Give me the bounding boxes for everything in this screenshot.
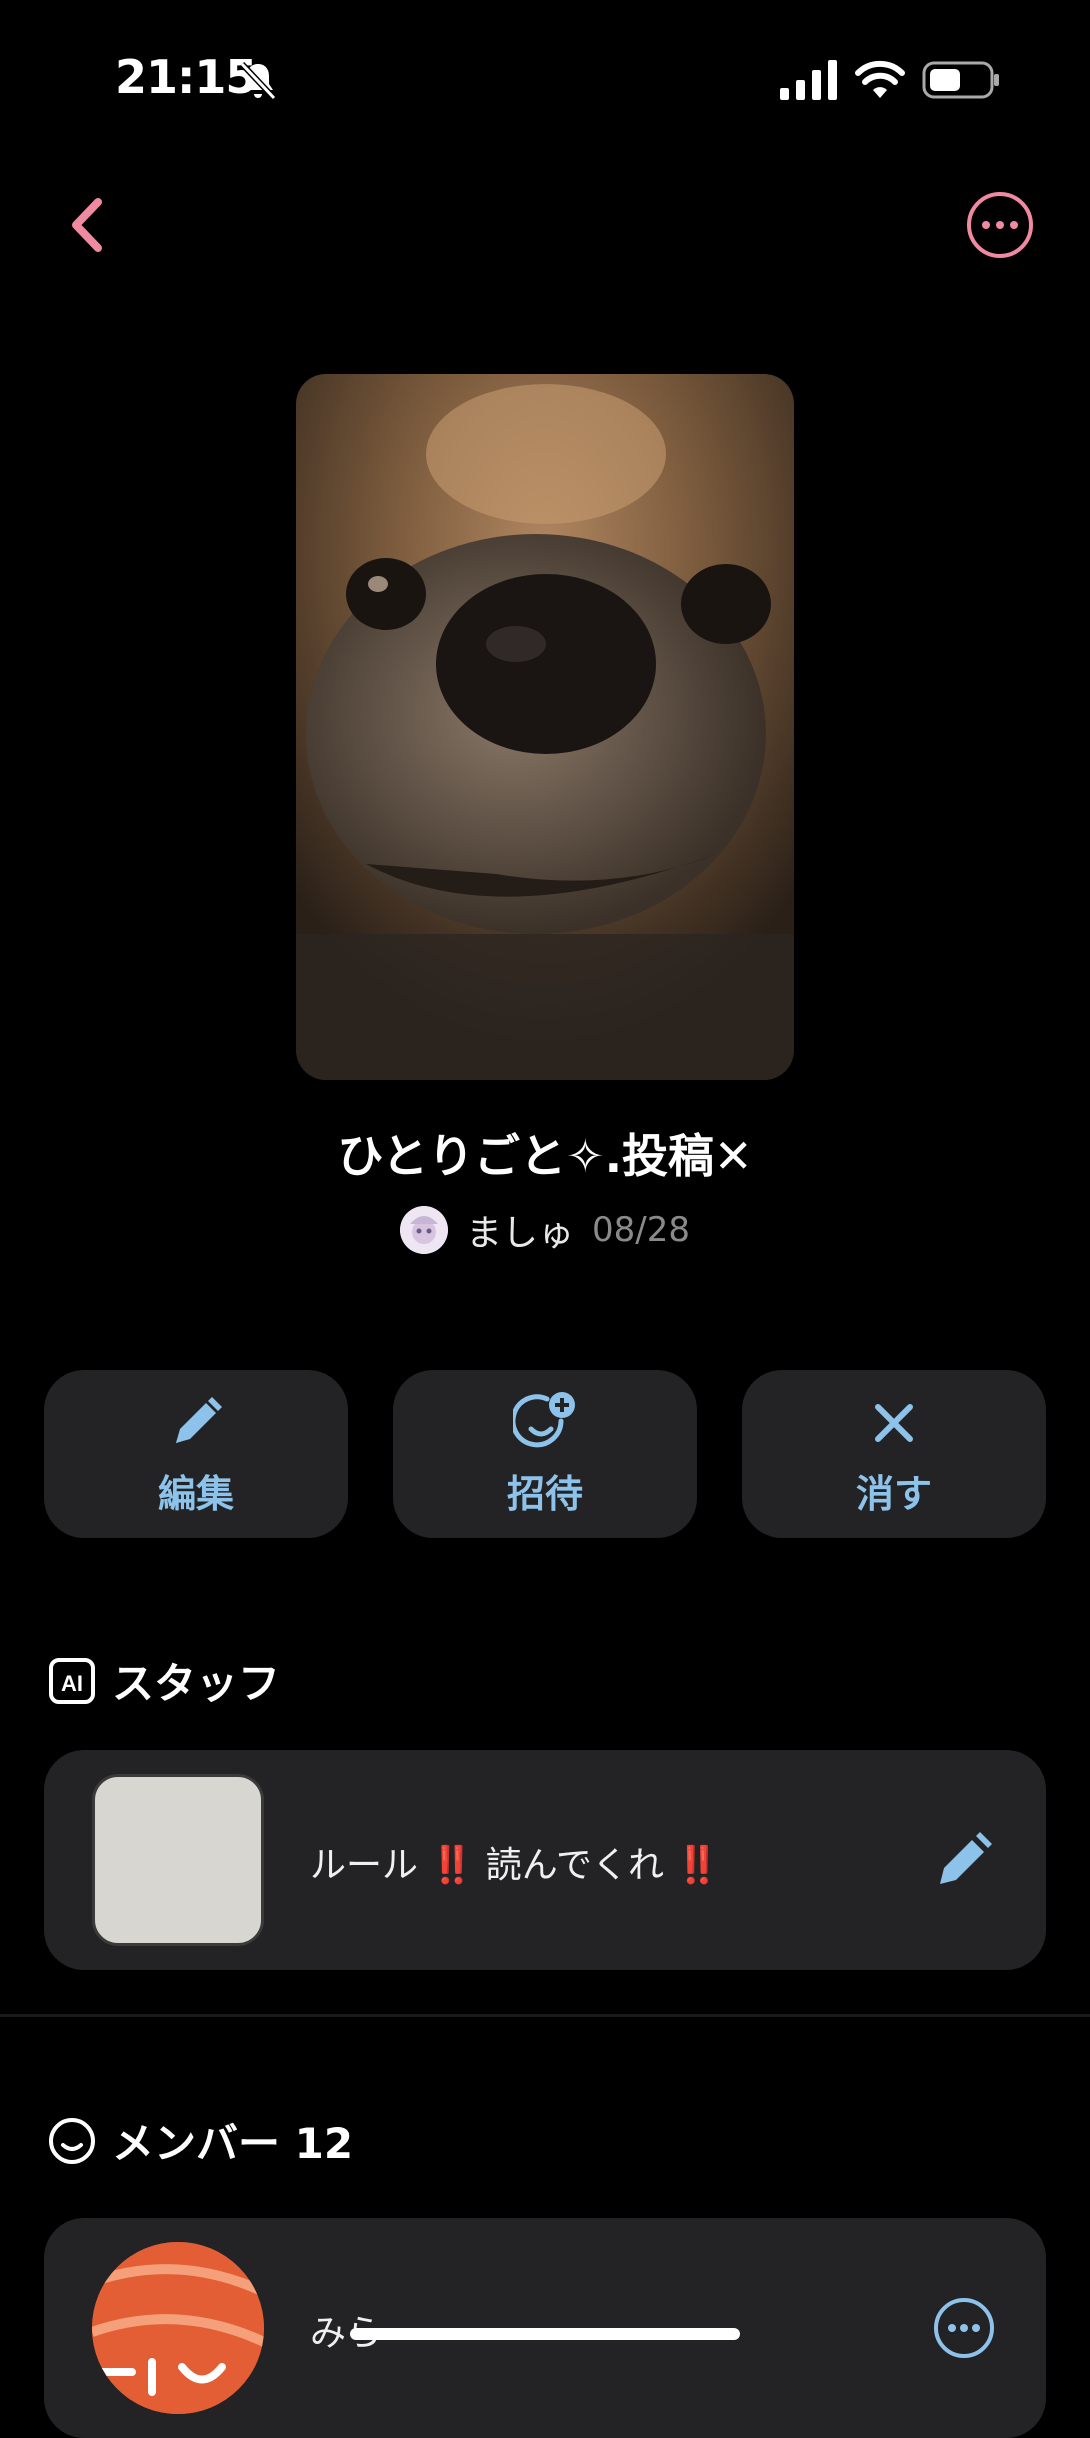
staff-edit-button[interactable] <box>932 1828 996 1892</box>
delete-button[interactable]: 消す <box>742 1370 1046 1538</box>
staff-item-text-pre: ルール <box>310 1845 419 1886</box>
ai-badge-icon: AI <box>49 1657 95 1704</box>
members-section-header: メンバー 12 <box>48 2110 353 2171</box>
more-horizontal-circle-icon <box>934 2298 994 2358</box>
staff-item-title: ルール ‼️ 読んでくれ ‼️ <box>310 1836 720 1888</box>
invite-button[interactable]: 招待 <box>393 1370 697 1538</box>
chevron-left-icon <box>72 198 102 252</box>
invite-button-label: 招待 <box>506 1471 583 1516</box>
member-avatar <box>92 2242 264 2414</box>
svg-text:AI: AI <box>61 1671 83 1696</box>
owner-name[interactable]: ましゅ <box>466 1204 574 1256</box>
staff-heading: スタッフ <box>112 1659 281 1708</box>
more-options-button[interactable] <box>965 190 1035 260</box>
bell-muted-icon <box>239 61 277 101</box>
warning-emoji: ‼️ <box>675 1845 721 1886</box>
more-horizontal-circle-icon <box>967 192 1033 258</box>
member-more-button[interactable] <box>932 2296 996 2360</box>
edit-button[interactable]: 編集 <box>44 1370 348 1538</box>
battery-icon <box>922 61 999 99</box>
wifi-icon <box>855 60 905 98</box>
group-cover-image[interactable] <box>296 374 794 1080</box>
cellular-signal-icon <box>780 60 837 100</box>
staff-thumbnail <box>92 1774 264 1946</box>
back-button[interactable] <box>60 190 120 260</box>
pencil-icon <box>940 1832 992 1884</box>
home-indicator[interactable] <box>350 2328 740 2340</box>
members-heading: メンバー 12 <box>112 2119 354 2168</box>
warning-emoji: ‼️ <box>429 1845 475 1886</box>
owner-avatar[interactable] <box>400 1206 448 1254</box>
staff-list-item[interactable]: ルール ‼️ 読んでくれ ‼️ <box>44 1750 1046 1970</box>
status-time: 21:15 <box>115 50 257 104</box>
created-date: 08/28 <box>592 1210 690 1250</box>
owner-info: ましゅ 08/28 <box>0 1200 1090 1260</box>
staff-item-text-mid: 読んでくれ <box>485 1845 664 1886</box>
smile-circle-icon <box>49 2117 95 2164</box>
delete-button-label: 消す <box>855 1471 932 1516</box>
edit-button-label: 編集 <box>157 1471 234 1516</box>
pencil-icon <box>176 1396 222 1443</box>
group-title: ひとりごと✧.投稿✕ <box>337 1129 753 1183</box>
section-divider <box>0 2014 1090 2017</box>
staff-section-header: AI スタッフ <box>48 1650 280 1711</box>
close-icon <box>875 1403 913 1442</box>
add-user-smile-icon <box>513 1391 575 1447</box>
